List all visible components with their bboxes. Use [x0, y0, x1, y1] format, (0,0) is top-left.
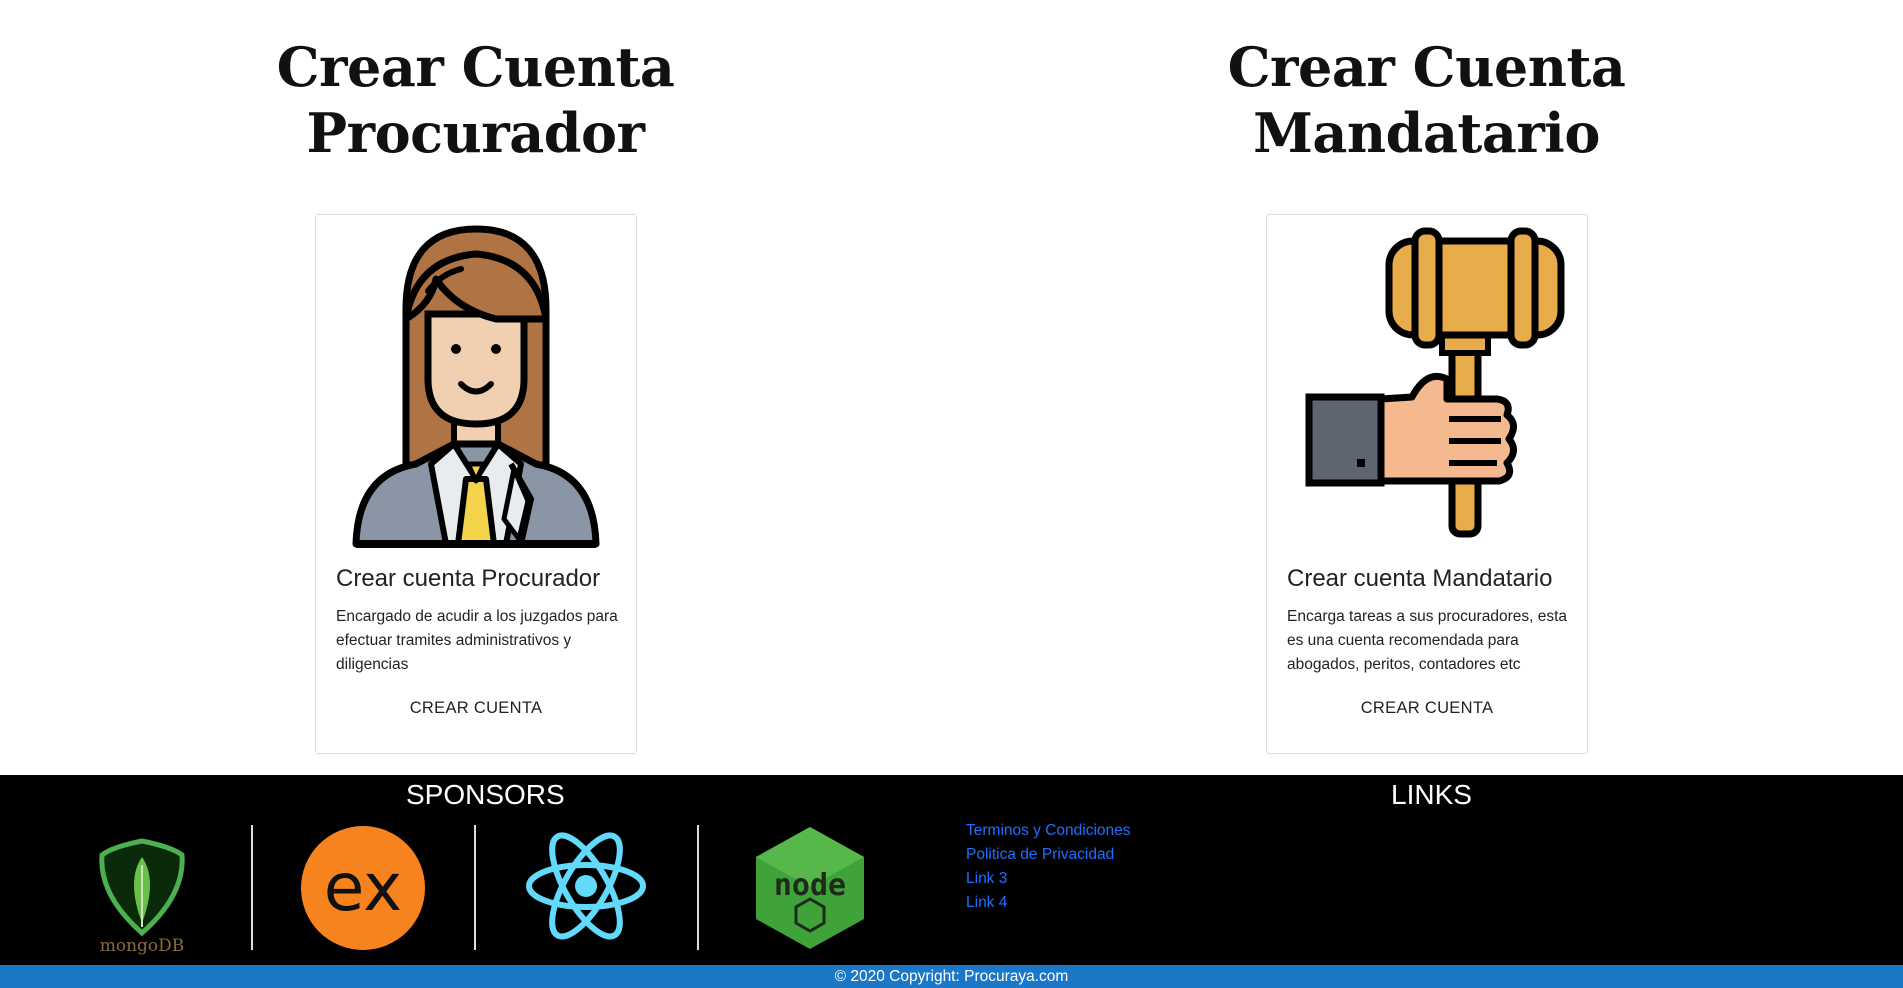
copyright-bar: © 2020 Copyright: Procuraya.com [0, 965, 1903, 988]
mandatario-heading: Crear Cuenta Mandatario [951, 34, 1902, 166]
link-politica-privacidad[interactable]: Politica de Privacidad [966, 843, 1131, 867]
mandatario-card-text: Encarga tareas a sus procuradores, esta … [1287, 608, 1568, 673]
footer-links: Terminos y Condiciones Politica de Priva… [966, 819, 1131, 915]
procurador-heading: Crear Cuenta Procurador [0, 34, 951, 166]
procurador-heading-line1: Crear Cuenta [276, 35, 675, 99]
procurador-card-text: Encargado de acudir a los juzgados para … [336, 608, 618, 673]
react-logo [526, 832, 646, 940]
crear-cuenta-procurador-button[interactable]: CREAR CUENTA [316, 699, 636, 718]
mandatario-column: Crear Cuenta Mandatario Crear cuenta Man… [951, 0, 1902, 754]
mandatario-card: Crear cuenta Mandatario Encarga tareas a… [1266, 214, 1588, 754]
sponsor-separator [474, 825, 476, 950]
procurador-card-title: Crear cuenta Procurador [336, 565, 601, 592]
link-3[interactable]: Link 3 [966, 867, 1131, 891]
mongodb-text: mongoDB [100, 936, 185, 955]
link-4[interactable]: Link 4 [966, 891, 1131, 915]
sponsors-title: SPONSORS [406, 779, 565, 810]
gavel-hand-icon [1305, 227, 1565, 538]
sponsor-separator [697, 825, 699, 950]
express-logo: ex [301, 826, 425, 950]
procurador-column: Crear Cuenta Procurador Crear cuenta Pro… [0, 0, 951, 754]
nodejs-logo: node [756, 827, 864, 949]
sponsor-separator [251, 825, 253, 950]
link-terminos-condiciones[interactable]: Terminos y Condiciones [966, 819, 1131, 843]
mandatario-heading-line2: Mandatario [1253, 101, 1600, 165]
procurador-heading-line2: Procurador [306, 101, 645, 165]
mandatario-card-title: Crear cuenta Mandatario [1287, 565, 1553, 592]
links-title: LINKS [1391, 779, 1472, 810]
mongodb-logo: mongoDB [99, 838, 185, 955]
footer: SPONSORS LINKS mongoDB ex node Terminos … [0, 775, 1903, 965]
express-text: ex [324, 849, 403, 926]
crear-cuenta-mandatario-button[interactable]: CREAR CUENTA [1267, 699, 1587, 718]
procurador-card: Crear cuenta Procurador Encargado de acu… [315, 214, 637, 754]
woman-lawyer-icon [352, 225, 600, 548]
mandatario-heading-line1: Crear Cuenta [1227, 35, 1626, 99]
